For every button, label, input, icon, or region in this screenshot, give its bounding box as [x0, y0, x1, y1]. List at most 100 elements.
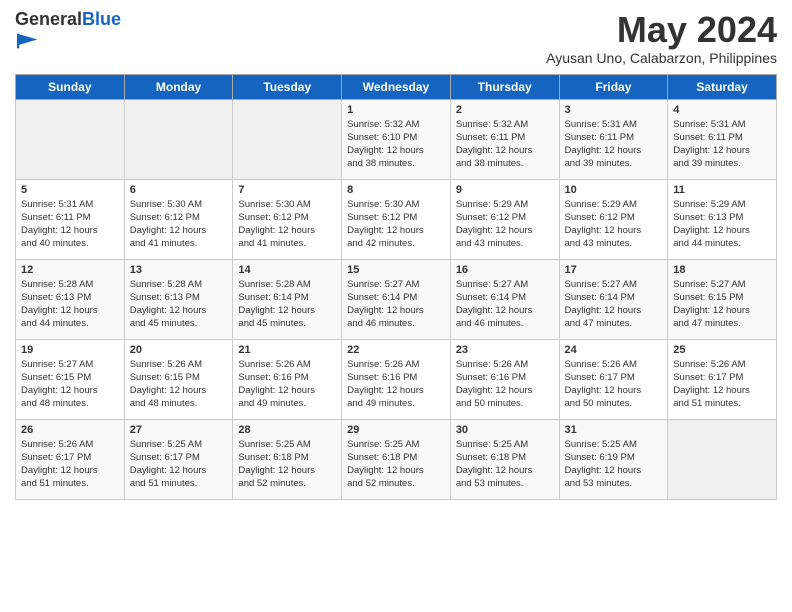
day-info: Sunrise: 5:27 AM Sunset: 6:14 PM Dayligh… [347, 278, 445, 331]
day-number: 7 [238, 184, 336, 196]
calendar-cell: 22 Sunrise: 5:26 AM Sunset: 6:16 PM Dayli… [342, 339, 451, 419]
day-number: 9 [456, 184, 554, 196]
calendar-week-row: 5 Sunrise: 5:31 AM Sunset: 6:11 PM Daylig… [16, 179, 777, 259]
calendar-cell [668, 419, 777, 499]
logo-flag-icon [17, 30, 39, 52]
day-info: Sunrise: 5:28 AM Sunset: 6:13 PM Dayligh… [21, 278, 119, 331]
day-info: Sunrise: 5:26 AM Sunset: 6:16 PM Dayligh… [347, 358, 445, 411]
calendar-cell: 8 Sunrise: 5:30 AM Sunset: 6:12 PM Daylig… [342, 179, 451, 259]
calendar-cell: 23Sunrise: 5:26 AM Sunset: 6:16 PM Dayli… [450, 339, 559, 419]
calendar-cell: 26 Sunrise: 5:26 AM Sunset: 6:17 PM Dayli… [16, 419, 125, 499]
calendar-cell: 1 Sunrise: 5:32 AM Sunset: 6:10 PM Daylig… [342, 99, 451, 179]
day-info: Sunrise: 5:25 AM Sunset: 6:18 PM Dayligh… [456, 438, 554, 491]
day-info: Sunrise: 5:26 AM Sunset: 6:15 PM Dayligh… [130, 358, 228, 411]
day-info: Sunrise: 5:31 AM Sunset: 6:11 PM Dayligh… [21, 198, 119, 251]
calendar-cell: 4 Sunrise: 5:31 AM Sunset: 6:11 PM Daylig… [668, 99, 777, 179]
calendar-cell: 13 Sunrise: 5:28 AM Sunset: 6:13 PM Dayli… [124, 259, 233, 339]
calendar-cell: 14Sunrise: 5:28 AM Sunset: 6:14 PM Dayli… [233, 259, 342, 339]
calendar-cell [233, 99, 342, 179]
day-number: 1 [347, 104, 445, 116]
day-info: Sunrise: 5:30 AM Sunset: 6:12 PM Dayligh… [130, 198, 228, 251]
day-info: Sunrise: 5:28 AM Sunset: 6:13 PM Dayligh… [130, 278, 228, 331]
calendar-cell: 9 Sunrise: 5:29 AM Sunset: 6:12 PM Daylig… [450, 179, 559, 259]
calendar-week-row: 12Sunrise: 5:28 AM Sunset: 6:13 PM Dayli… [16, 259, 777, 339]
calendar-cell: 29 Sunrise: 5:25 AM Sunset: 6:18 PM Dayli… [342, 419, 451, 499]
day-of-week-header: Saturday [668, 74, 777, 99]
day-info: Sunrise: 5:25 AM Sunset: 6:18 PM Dayligh… [347, 438, 445, 491]
calendar-cell: 19Sunrise: 5:27 AM Sunset: 6:15 PM Dayli… [16, 339, 125, 419]
calendar-cell: 15Sunrise: 5:27 AM Sunset: 6:14 PM Dayli… [342, 259, 451, 339]
calendar-cell: 7 Sunrise: 5:30 AM Sunset: 6:12 PM Daylig… [233, 179, 342, 259]
day-number: 23 [456, 344, 554, 356]
calendar-cell: 12Sunrise: 5:28 AM Sunset: 6:13 PM Dayli… [16, 259, 125, 339]
day-info: Sunrise: 5:26 AM Sunset: 6:16 PM Dayligh… [238, 358, 336, 411]
calendar-cell: 20 Sunrise: 5:26 AM Sunset: 6:15 PM Dayli… [124, 339, 233, 419]
day-info: Sunrise: 5:32 AM Sunset: 6:10 PM Dayligh… [347, 118, 445, 171]
calendar-cell: 10 Sunrise: 5:29 AM Sunset: 6:12 PM Dayli… [559, 179, 668, 259]
day-of-week-header: Monday [124, 74, 233, 99]
calendar-table: SundayMondayTuesdayWednesdayThursdayFrid… [15, 74, 777, 500]
calendar-cell: 11 Sunrise: 5:29 AM Sunset: 6:13 PM Dayli… [668, 179, 777, 259]
day-number: 10 [565, 184, 663, 196]
day-number: 29 [347, 424, 445, 436]
day-info: Sunrise: 5:25 AM Sunset: 6:19 PM Dayligh… [565, 438, 663, 491]
calendar-cell [124, 99, 233, 179]
day-info: Sunrise: 5:30 AM Sunset: 6:12 PM Dayligh… [347, 198, 445, 251]
day-number: 22 [347, 344, 445, 356]
logo-blue: Blue [82, 9, 121, 29]
day-number: 30 [456, 424, 554, 436]
day-of-week-header: Friday [559, 74, 668, 99]
day-number: 24 [565, 344, 663, 356]
day-number: 13 [130, 264, 228, 276]
day-info: Sunrise: 5:27 AM Sunset: 6:15 PM Dayligh… [673, 278, 771, 331]
day-info: Sunrise: 5:29 AM Sunset: 6:13 PM Dayligh… [673, 198, 771, 251]
calendar-cell: 31Sunrise: 5:25 AM Sunset: 6:19 PM Dayli… [559, 419, 668, 499]
day-info: Sunrise: 5:32 AM Sunset: 6:11 PM Dayligh… [456, 118, 554, 171]
day-number: 18 [673, 264, 771, 276]
day-number: 16 [456, 264, 554, 276]
day-number: 26 [21, 424, 119, 436]
logo: GeneralBlue [15, 10, 121, 57]
day-number: 11 [673, 184, 771, 196]
calendar-cell [16, 99, 125, 179]
day-info: Sunrise: 5:26 AM Sunset: 6:17 PM Dayligh… [673, 358, 771, 411]
calendar-cell: 5 Sunrise: 5:31 AM Sunset: 6:11 PM Daylig… [16, 179, 125, 259]
day-number: 19 [21, 344, 119, 356]
calendar-cell: 18 Sunrise: 5:27 AM Sunset: 6:15 PM Dayli… [668, 259, 777, 339]
calendar-cell: 21 Sunrise: 5:26 AM Sunset: 6:16 PM Dayli… [233, 339, 342, 419]
day-number: 25 [673, 344, 771, 356]
day-number: 2 [456, 104, 554, 116]
calendar-cell: 28Sunrise: 5:25 AM Sunset: 6:18 PM Dayli… [233, 419, 342, 499]
calendar-cell: 6Sunrise: 5:30 AM Sunset: 6:12 PM Daylig… [124, 179, 233, 259]
calendar-week-row: 19Sunrise: 5:27 AM Sunset: 6:15 PM Dayli… [16, 339, 777, 419]
calendar-week-row: 26 Sunrise: 5:26 AM Sunset: 6:17 PM Dayli… [16, 419, 777, 499]
day-info: Sunrise: 5:27 AM Sunset: 6:14 PM Dayligh… [456, 278, 554, 331]
month-title: May 2024 [546, 10, 777, 50]
day-of-week-header: Sunday [16, 74, 125, 99]
day-info: Sunrise: 5:26 AM Sunset: 6:17 PM Dayligh… [565, 358, 663, 411]
day-info: Sunrise: 5:29 AM Sunset: 6:12 PM Dayligh… [456, 198, 554, 251]
day-info: Sunrise: 5:30 AM Sunset: 6:12 PM Dayligh… [238, 198, 336, 251]
calendar-cell: 27Sunrise: 5:25 AM Sunset: 6:17 PM Dayli… [124, 419, 233, 499]
day-info: Sunrise: 5:26 AM Sunset: 6:17 PM Dayligh… [21, 438, 119, 491]
logo-text: GeneralBlue [15, 10, 121, 30]
calendar-cell: 2 Sunrise: 5:32 AM Sunset: 6:11 PM Daylig… [450, 99, 559, 179]
day-number: 5 [21, 184, 119, 196]
day-number: 21 [238, 344, 336, 356]
day-number: 20 [130, 344, 228, 356]
day-of-week-header: Wednesday [342, 74, 451, 99]
day-number: 17 [565, 264, 663, 276]
day-info: Sunrise: 5:31 AM Sunset: 6:11 PM Dayligh… [565, 118, 663, 171]
day-of-week-header: Thursday [450, 74, 559, 99]
day-info: Sunrise: 5:31 AM Sunset: 6:11 PM Dayligh… [673, 118, 771, 171]
title-block: May 2024 Ayusan Uno, Calabarzon, Philipp… [546, 10, 777, 66]
calendar-cell: 17Sunrise: 5:27 AM Sunset: 6:14 PM Dayli… [559, 259, 668, 339]
day-info: Sunrise: 5:29 AM Sunset: 6:12 PM Dayligh… [565, 198, 663, 251]
calendar-cell: 30 Sunrise: 5:25 AM Sunset: 6:18 PM Dayli… [450, 419, 559, 499]
day-number: 8 [347, 184, 445, 196]
day-number: 4 [673, 104, 771, 116]
calendar-cell: 3Sunrise: 5:31 AM Sunset: 6:11 PM Daylig… [559, 99, 668, 179]
calendar-cell: 16 Sunrise: 5:27 AM Sunset: 6:14 PM Dayli… [450, 259, 559, 339]
day-number: 27 [130, 424, 228, 436]
calendar-cell: 25 Sunrise: 5:26 AM Sunset: 6:17 PM Dayli… [668, 339, 777, 419]
